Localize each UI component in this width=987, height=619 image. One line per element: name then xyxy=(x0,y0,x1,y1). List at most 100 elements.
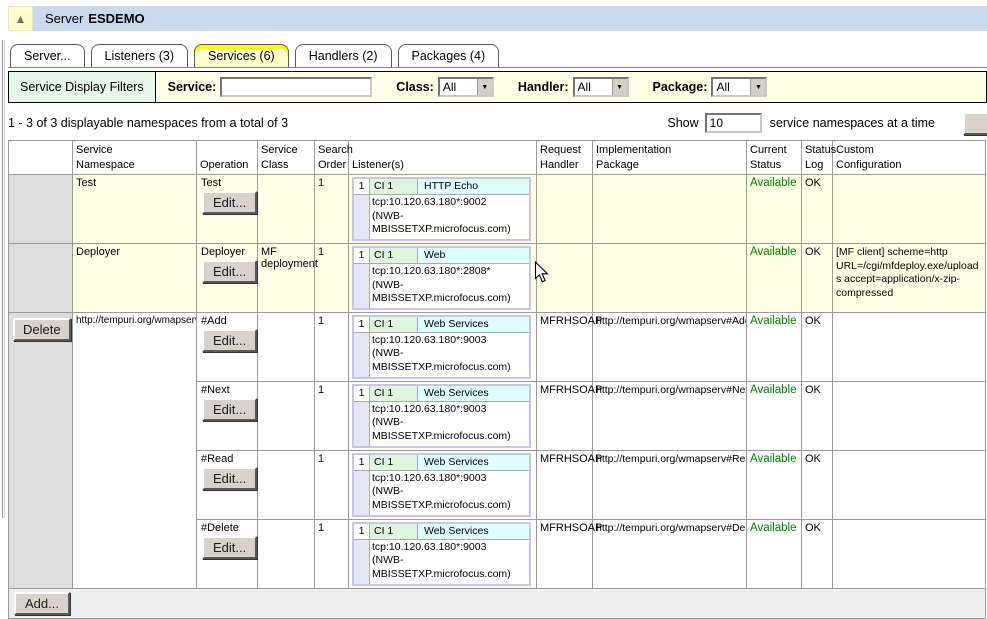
listener-strip xyxy=(354,264,370,308)
implementation-package-cell: http://tempuri.org/wmapserv#Add xyxy=(593,312,747,381)
listener-endpoint-host: (NWB-MBISSETXP.microfocus.com) xyxy=(372,279,527,306)
handler-filter-label: Handler: xyxy=(518,80,569,94)
listener-conversation: CI 1 xyxy=(370,455,418,471)
listener-conversation: CI 1 xyxy=(370,386,418,402)
collapse-button[interactable]: ▲ xyxy=(8,6,33,31)
edit-button[interactable]: Edit... xyxy=(202,467,257,490)
current-status-cell: Available xyxy=(747,175,802,244)
service-namespace-cell: http://tempuri.org/wmapserv xyxy=(73,312,197,588)
listener-endpoint-address: tcp:10.120.63.180*:2808* xyxy=(372,265,527,279)
col-actions xyxy=(9,141,73,175)
listener-strip xyxy=(354,195,370,239)
search-order-cell: 1 xyxy=(315,243,349,312)
add-row-cell: Add... xyxy=(9,588,986,618)
request-handler-cell: MFRHSOAP xyxy=(537,312,593,381)
service-filter-label: Service: xyxy=(168,80,217,94)
tab-server[interactable]: Server... xyxy=(10,44,85,68)
status-log-cell: OK xyxy=(802,312,833,381)
delete-button[interactable]: Delete xyxy=(13,318,71,341)
operation-name: Test xyxy=(201,177,254,189)
server-header-bar: ▲ Server ESDEMO xyxy=(8,6,987,31)
services-table: Service Namespace Operation Service Clas… xyxy=(8,140,986,619)
custom-configuration-cell xyxy=(833,381,986,450)
class-filter-select[interactable]: All ▼ xyxy=(438,77,494,97)
listener-index: 1 xyxy=(354,317,370,333)
namespace-count-summary: 1 - 3 of 3 displayable namespaces from a… xyxy=(8,116,288,130)
tab-packages[interactable]: Packages (4) xyxy=(398,44,500,68)
col-search-order: Search Order xyxy=(315,141,349,175)
server-title-bar: Server ESDEMO xyxy=(33,6,987,31)
status-log-cell: OK xyxy=(802,175,833,244)
row-actions-cell xyxy=(9,175,73,244)
listener-endpoint-host: (NWB-MBISSETXP.microfocus.com) xyxy=(372,347,527,374)
operation-cell: #Add Edit... xyxy=(197,312,258,381)
listener-endpoint-address: tcp:10.120.63.180*:9003 xyxy=(372,541,527,555)
chevron-down-icon: ▼ xyxy=(612,79,627,95)
listener-endpoint-host: (NWB-MBISSETXP.microfocus.com) xyxy=(372,554,527,581)
package-filter-value: All xyxy=(713,79,750,95)
show-controls: Show service namespaces at a time xyxy=(667,112,987,135)
listener-conversation: CI 1 xyxy=(370,317,418,333)
listener-endpoint-address: tcp:10.120.63.180*:9003 xyxy=(372,334,527,348)
service-namespace-cell: Test xyxy=(73,175,197,244)
listener-name: Web Services xyxy=(418,524,529,540)
listeners-cell: 1 CI 1 Web Services tcp:10.120.63.180*:9… xyxy=(349,312,537,381)
table-header-row: Service Namespace Operation Service Clas… xyxy=(9,141,986,175)
edit-button[interactable]: Edit... xyxy=(202,260,257,283)
listener-index: 1 xyxy=(354,248,370,264)
current-status-cell: Available xyxy=(747,381,802,450)
listener-box: 1 CI 1 Web tcp:10.120.63.180*:2808* (NWB… xyxy=(352,246,531,310)
edit-button[interactable]: Edit... xyxy=(202,191,257,214)
col-custom-configuration: Custom Configuration xyxy=(833,141,986,175)
listener-index: 1 xyxy=(354,455,370,471)
service-filter-input[interactable] xyxy=(220,77,372,97)
listener-strip xyxy=(354,540,370,584)
handler-filter-select[interactable]: All ▼ xyxy=(573,77,629,97)
edit-button[interactable]: Edit... xyxy=(202,536,257,559)
listener-box: 1 CI 1 HTTP Echo tcp:10.120.63.180*:9002… xyxy=(352,177,531,241)
listener-endpoint: tcp:10.120.63.180*:9003 (NWB-MBISSETXP.m… xyxy=(370,402,529,446)
edit-button[interactable]: Edit... xyxy=(202,398,257,421)
listeners-cell: 1 CI 1 Web Services tcp:10.120.63.180*:9… xyxy=(349,519,537,588)
current-status-cell: Available xyxy=(747,450,802,519)
paging-button[interactable] xyxy=(963,112,987,135)
window-frame-edge xyxy=(2,40,5,518)
operation-name: #Next xyxy=(201,384,254,396)
current-status-cell: Available xyxy=(747,243,802,312)
server-title-prefix: Server xyxy=(45,11,83,26)
add-button[interactable]: Add... xyxy=(14,592,70,615)
operation-name: Deployer xyxy=(201,246,254,258)
col-implementation-package: Implementation Package xyxy=(593,141,747,175)
tab-handlers[interactable]: Handlers (2) xyxy=(295,44,392,68)
listener-index: 1 xyxy=(354,386,370,402)
show-suffix-label: service namespaces at a time xyxy=(770,116,935,130)
custom-configuration-cell xyxy=(833,312,986,381)
operation-cell: #Read Edit... xyxy=(197,450,258,519)
search-order-cell: 1 xyxy=(315,312,349,381)
edit-button[interactable]: Edit... xyxy=(202,329,257,352)
operation-cell: Deployer Edit... xyxy=(197,243,258,312)
search-order-cell: 1 xyxy=(315,381,349,450)
implementation-package-cell: http://tempuri.org/wmapserv#Delete xyxy=(593,519,747,588)
chevron-down-icon: ▼ xyxy=(477,79,492,95)
col-operation: Operation xyxy=(197,141,258,175)
show-count-input[interactable] xyxy=(705,113,762,133)
status-log-cell: OK xyxy=(802,243,833,312)
show-label: Show xyxy=(667,116,698,130)
server-name: ESDEMO xyxy=(88,11,144,26)
search-order-cell: 1 xyxy=(315,175,349,244)
service-display-filters-bar: Service Display Filters Service: Class: … xyxy=(8,71,987,103)
current-status-cell: Available xyxy=(747,312,802,381)
listener-conversation: CI 1 xyxy=(370,248,418,264)
package-filter-select[interactable]: All ▼ xyxy=(711,77,767,97)
tab-services[interactable]: Services (6) xyxy=(194,44,289,68)
operation-cell: #Next Edit... xyxy=(197,381,258,450)
tab-listeners[interactable]: Listeners (3) xyxy=(91,44,188,68)
col-status-log: Status Log xyxy=(802,141,833,175)
listener-endpoint: tcp:10.120.63.180*:9003 (NWB-MBISSETXP.m… xyxy=(370,540,529,584)
listener-strip xyxy=(354,333,370,377)
listener-name: HTTP Echo xyxy=(418,179,529,195)
listener-strip xyxy=(354,471,370,515)
implementation-package-cell: http://tempuri.org/wmapserv#Next xyxy=(593,381,747,450)
col-service-namespace: Service Namespace xyxy=(73,141,197,175)
